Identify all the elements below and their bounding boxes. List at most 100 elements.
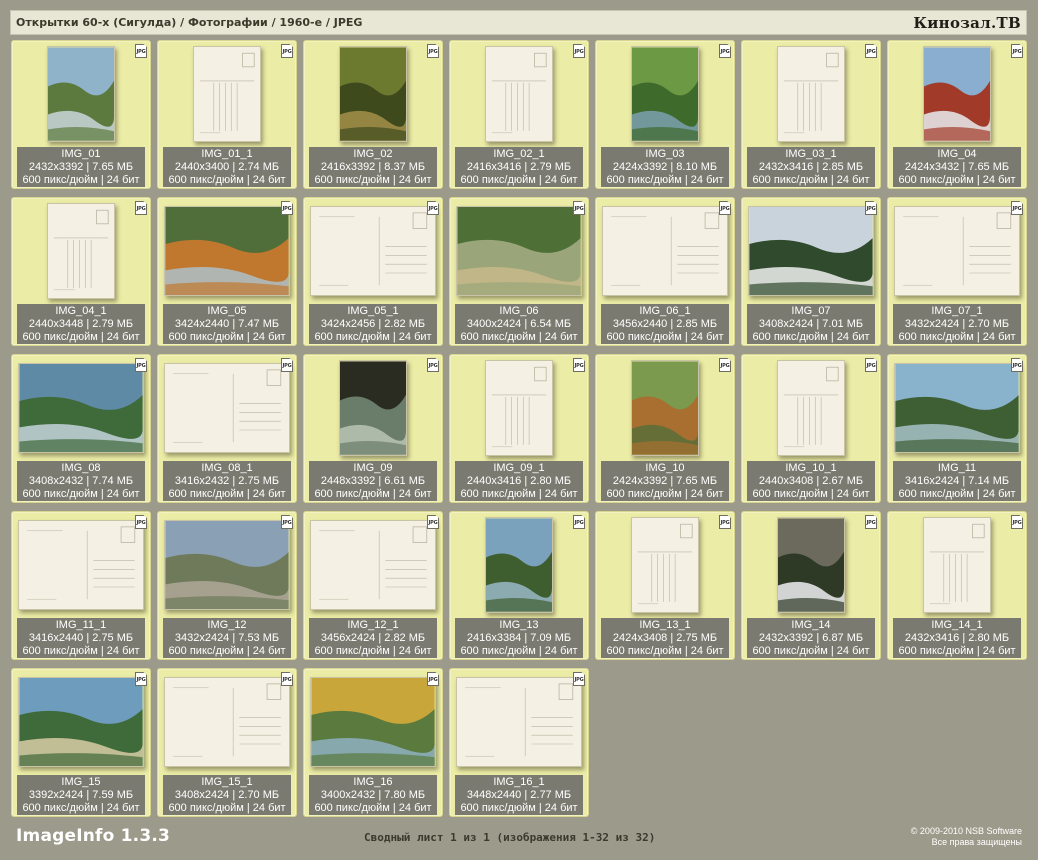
thumbnail-tile[interactable]: JPG IMG_12 3432x2424 | 7.53 МБ 600 пикс/дюй… bbox=[157, 511, 297, 660]
thumbnail-tile[interactable]: JPG IMG_10 2424x3392 | 7.65 МБ 600 пикс/дюй… bbox=[595, 354, 735, 503]
thumbnail-tile[interactable]: JPG IMG_08 3408x2432 | 7.74 МБ 600 пикс/дюй… bbox=[11, 354, 151, 503]
thumbnail-tile[interactable]: JPG IMG_15 3392x2424 | 7.59 МБ 600 пикс/дюй… bbox=[11, 668, 151, 817]
image-dimensions-size: 3424x2456 | 2.82 МБ bbox=[320, 318, 426, 330]
forest-cliff-photo[interactable] bbox=[339, 46, 407, 142]
thumbnail-tile[interactable]: JPG IMG_13_1 2424x3408 | 2.75 МБ 600 пикс/д… bbox=[595, 511, 735, 660]
image-resolution-depth: 600 пикс/дюйм | 24 бит bbox=[606, 645, 724, 657]
jpg-file-icon: JPG bbox=[135, 201, 147, 215]
image-dimensions-size: 2432x3392 | 6.87 МБ bbox=[758, 632, 864, 644]
thumbnail-tile[interactable]: JPG IMG_09 2448x3392 | 6.61 МБ 600 пикс/дюй… bbox=[303, 354, 443, 503]
postcard-back-thumbnail[interactable] bbox=[18, 520, 144, 610]
thumbnail-tile[interactable]: JPG IMG_07_1 3432x2424 | 2.70 МБ 600 пикс/д… bbox=[887, 197, 1027, 346]
jpg-file-icon: JPG bbox=[281, 672, 293, 686]
cave-arch-photo[interactable] bbox=[339, 360, 407, 456]
thumbnail-tile[interactable]: JPG IMG_16_1 3448x2440 | 2.77 МБ 600 пикс/д… bbox=[449, 668, 589, 817]
lake-forest-photo[interactable] bbox=[894, 363, 1020, 453]
image-name: IMG_15 bbox=[61, 776, 101, 788]
thumbnail-area bbox=[888, 198, 1026, 304]
image-resolution-depth: 600 пикс/дюйм | 24 бит bbox=[22, 174, 140, 186]
thumbnail-tile[interactable]: JPG IMG_05_1 3424x2456 | 2.82 МБ 600 пикс/д… bbox=[303, 197, 443, 346]
postcard-back-thumbnail[interactable] bbox=[485, 360, 553, 456]
ruins-winter-photo[interactable] bbox=[777, 517, 845, 613]
thumbnail-tile[interactable]: JPG IMG_13 2416x3384 | 7.09 МБ 600 пикс/дюй… bbox=[449, 511, 589, 660]
thumbnail-area bbox=[450, 198, 588, 304]
postcard-back-thumbnail[interactable] bbox=[164, 677, 290, 767]
postcard-back-thumbnail[interactable] bbox=[164, 363, 290, 453]
thumbnail-tile[interactable]: JPG IMG_04 2424x3432 | 7.65 МБ 600 пикс/дюй… bbox=[887, 40, 1027, 189]
postcard-back-thumbnail[interactable] bbox=[923, 517, 991, 613]
thumbnail-tile[interactable]: JPG IMG_04_1 2440x3448 | 2.79 МБ 600 пикс/д… bbox=[11, 197, 151, 346]
image-info-panel: IMG_14_1 2432x3416 | 2.80 МБ 600 пикс/дюйм… bbox=[893, 618, 1021, 658]
image-resolution-depth: 600 пикс/дюйм | 24 бит bbox=[898, 488, 1016, 500]
image-dimensions-size: 3416x2432 | 2.75 МБ bbox=[174, 475, 280, 487]
thumbnail-tile[interactable]: JPG IMG_11_1 3416x2440 | 2.75 МБ 600 пикс/д… bbox=[11, 511, 151, 660]
image-name: IMG_08_1 bbox=[201, 462, 253, 474]
thumbnail-area bbox=[450, 512, 588, 618]
thumbnail-tile[interactable]: JPG IMG_06 3400x2424 | 6.54 МБ 600 пикс/дюй… bbox=[449, 197, 589, 346]
thumbnail-tile[interactable]: JPG IMG_06_1 3456x2440 | 2.85 МБ 600 пикс/д… bbox=[595, 197, 735, 346]
postcard-back-thumbnail[interactable] bbox=[894, 206, 1020, 296]
river-bend-photo[interactable] bbox=[456, 206, 582, 296]
image-dimensions-size: 2424x3408 | 2.75 МБ bbox=[612, 632, 718, 644]
image-info-panel: IMG_15_1 3408x2424 | 2.70 МБ 600 пикс/дюйм… bbox=[163, 775, 291, 815]
river-sandbank-photo[interactable] bbox=[18, 677, 144, 767]
thumbnail-area bbox=[742, 512, 880, 618]
autumn-lake-photo[interactable] bbox=[310, 677, 436, 767]
image-info-panel: IMG_11_1 3416x2440 | 2.75 МБ 600 пикс/дюйм… bbox=[17, 618, 145, 658]
postcard-back-thumbnail[interactable] bbox=[631, 517, 699, 613]
thumbnail-area bbox=[888, 512, 1026, 618]
jpg-file-icon: JPG bbox=[573, 44, 585, 58]
thumbnail-tile[interactable]: JPG IMG_09_1 2440x3416 | 2.80 МБ 600 пикс/д… bbox=[449, 354, 589, 503]
jpg-file-icon: JPG bbox=[135, 44, 147, 58]
thumbnail-tile[interactable]: JPG IMG_14_1 2432x3416 | 2.80 МБ 600 пикс/д… bbox=[887, 511, 1027, 660]
postcard-back-thumbnail[interactable] bbox=[47, 203, 115, 299]
image-resolution-depth: 600 пикс/дюйм | 24 бит bbox=[168, 331, 286, 343]
postcard-back-thumbnail[interactable] bbox=[310, 520, 436, 610]
thumbnail-tile[interactable]: JPG IMG_15_1 3408x2424 | 2.70 МБ 600 пикс/д… bbox=[157, 668, 297, 817]
landscape-river-photo[interactable] bbox=[47, 46, 115, 142]
copyright-line: © 2009-2010 NSB Software bbox=[910, 826, 1022, 836]
image-info-panel: IMG_04 2424x3432 | 7.65 МБ 600 пикс/дюйм |… bbox=[893, 147, 1021, 187]
image-info-panel: IMG_07_1 3432x2424 | 2.70 МБ 600 пикс/дюйм… bbox=[893, 304, 1021, 344]
postcard-back-thumbnail[interactable] bbox=[777, 360, 845, 456]
postcard-back-thumbnail[interactable] bbox=[602, 206, 728, 296]
image-info-panel: IMG_03_1 2432x3416 | 2.85 МБ 600 пикс/дюйм… bbox=[747, 147, 875, 187]
image-name: IMG_11 bbox=[937, 462, 977, 474]
site-logo[interactable]: Кинозал.ТВ bbox=[913, 14, 1021, 32]
copyright: © 2009-2010 NSB Software Все права защищ… bbox=[911, 826, 1022, 848]
thumbnail-area bbox=[596, 355, 734, 461]
thumbnail-tile[interactable]: JPG IMG_16 3400x2432 | 7.80 МБ 600 пикс/дюй… bbox=[303, 668, 443, 817]
image-resolution-depth: 600 пикс/дюйм | 24 бит bbox=[460, 174, 578, 186]
thumbnail-tile[interactable]: JPG IMG_01_1 2440x3400 | 2.74 МБ 600 пикс/д… bbox=[157, 40, 297, 189]
thumbnail-tile[interactable]: JPG IMG_14 2432x3392 | 6.87 МБ 600 пикс/дюй… bbox=[741, 511, 881, 660]
postcard-back-thumbnail[interactable] bbox=[193, 46, 261, 142]
image-resolution-depth: 600 пикс/дюйм | 24 бит bbox=[22, 802, 140, 814]
river-valley-photo[interactable] bbox=[631, 46, 699, 142]
postcard-back-thumbnail[interactable] bbox=[777, 46, 845, 142]
thumbnail-tile[interactable]: JPG IMG_03_1 2432x3416 | 2.85 МБ 600 пикс/д… bbox=[741, 40, 881, 189]
postcard-back-thumbnail[interactable] bbox=[456, 677, 582, 767]
castle-tower-winter-photo[interactable] bbox=[923, 46, 991, 142]
image-name: IMG_05_1 bbox=[347, 305, 399, 317]
autumn-valley-photo[interactable] bbox=[164, 206, 290, 296]
winter-spruce-photo[interactable] bbox=[748, 206, 874, 296]
image-info-panel: IMG_14 2432x3392 | 6.87 МБ 600 пикс/дюйм |… bbox=[747, 618, 875, 658]
river-rapids-photo[interactable] bbox=[18, 363, 144, 453]
forest-hills-photo[interactable] bbox=[631, 360, 699, 456]
postcard-back-thumbnail[interactable] bbox=[485, 46, 553, 142]
image-dimensions-size: 2432x3416 | 2.80 МБ bbox=[904, 632, 1010, 644]
thumbnail-tile[interactable]: JPG IMG_02_1 2416x3416 | 2.79 МБ 600 пикс/д… bbox=[449, 40, 589, 189]
thumbnail-tile[interactable]: JPG IMG_08_1 3416x2432 | 2.75 МБ 600 пикс/д… bbox=[157, 354, 297, 503]
thumbnail-tile[interactable]: JPG IMG_07 3408x2424 | 7.01 МБ 600 пикс/дюй… bbox=[741, 197, 881, 346]
image-info-panel: IMG_12 3432x2424 | 7.53 МБ 600 пикс/дюйм |… bbox=[163, 618, 291, 658]
thumbnail-tile[interactable]: JPG IMG_11 3416x2424 | 7.14 МБ 600 пикс/дюй… bbox=[887, 354, 1027, 503]
thumbnail-tile[interactable]: JPG IMG_12_1 3456x2424 | 2.82 МБ 600 пикс/д… bbox=[303, 511, 443, 660]
river-cliff-photo[interactable] bbox=[485, 517, 553, 613]
thumbnail-tile[interactable]: JPG IMG_10_1 2440x3408 | 2.67 МБ 600 пикс/д… bbox=[741, 354, 881, 503]
building-fountain-photo[interactable] bbox=[164, 520, 290, 610]
thumbnail-tile[interactable]: JPG IMG_03 2424x3392 | 8.10 МБ 600 пикс/дюй… bbox=[595, 40, 735, 189]
thumbnail-tile[interactable]: JPG IMG_02 2416x3392 | 8.37 МБ 600 пикс/дюй… bbox=[303, 40, 443, 189]
thumbnail-tile[interactable]: JPG IMG_01 2432x3392 | 7.65 МБ 600 пикс/дюй… bbox=[11, 40, 151, 189]
postcard-back-thumbnail[interactable] bbox=[310, 206, 436, 296]
thumbnail-tile[interactable]: JPG IMG_05 3424x2440 | 7.47 МБ 600 пикс/дюй… bbox=[157, 197, 297, 346]
